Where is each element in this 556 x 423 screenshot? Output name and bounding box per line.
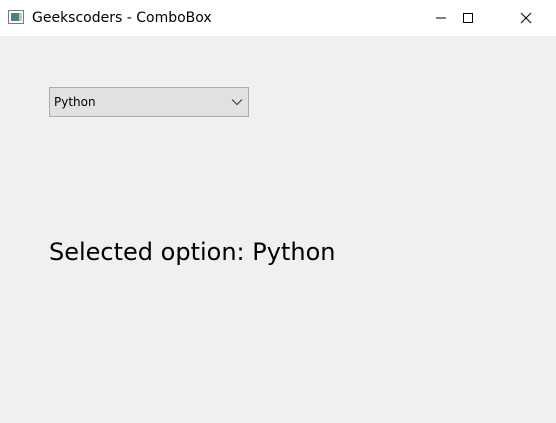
app-window: Geekscoders - ComboBox Python Selected o… — [0, 0, 556, 423]
selected-option-label: Selected option: Python — [49, 238, 336, 266]
maximize-icon — [463, 13, 473, 23]
app-window-icon — [8, 10, 24, 24]
close-icon — [520, 12, 532, 24]
maximize-button[interactable] — [445, 0, 491, 36]
window-title: Geekscoders - ComboBox — [32, 10, 212, 26]
close-button[interactable] — [503, 0, 549, 36]
language-combobox[interactable]: Python — [49, 87, 249, 117]
title-bar[interactable]: Geekscoders - ComboBox — [0, 0, 556, 36]
combobox-selected-value: Python — [54, 95, 96, 109]
chevron-down-icon — [231, 99, 243, 106]
